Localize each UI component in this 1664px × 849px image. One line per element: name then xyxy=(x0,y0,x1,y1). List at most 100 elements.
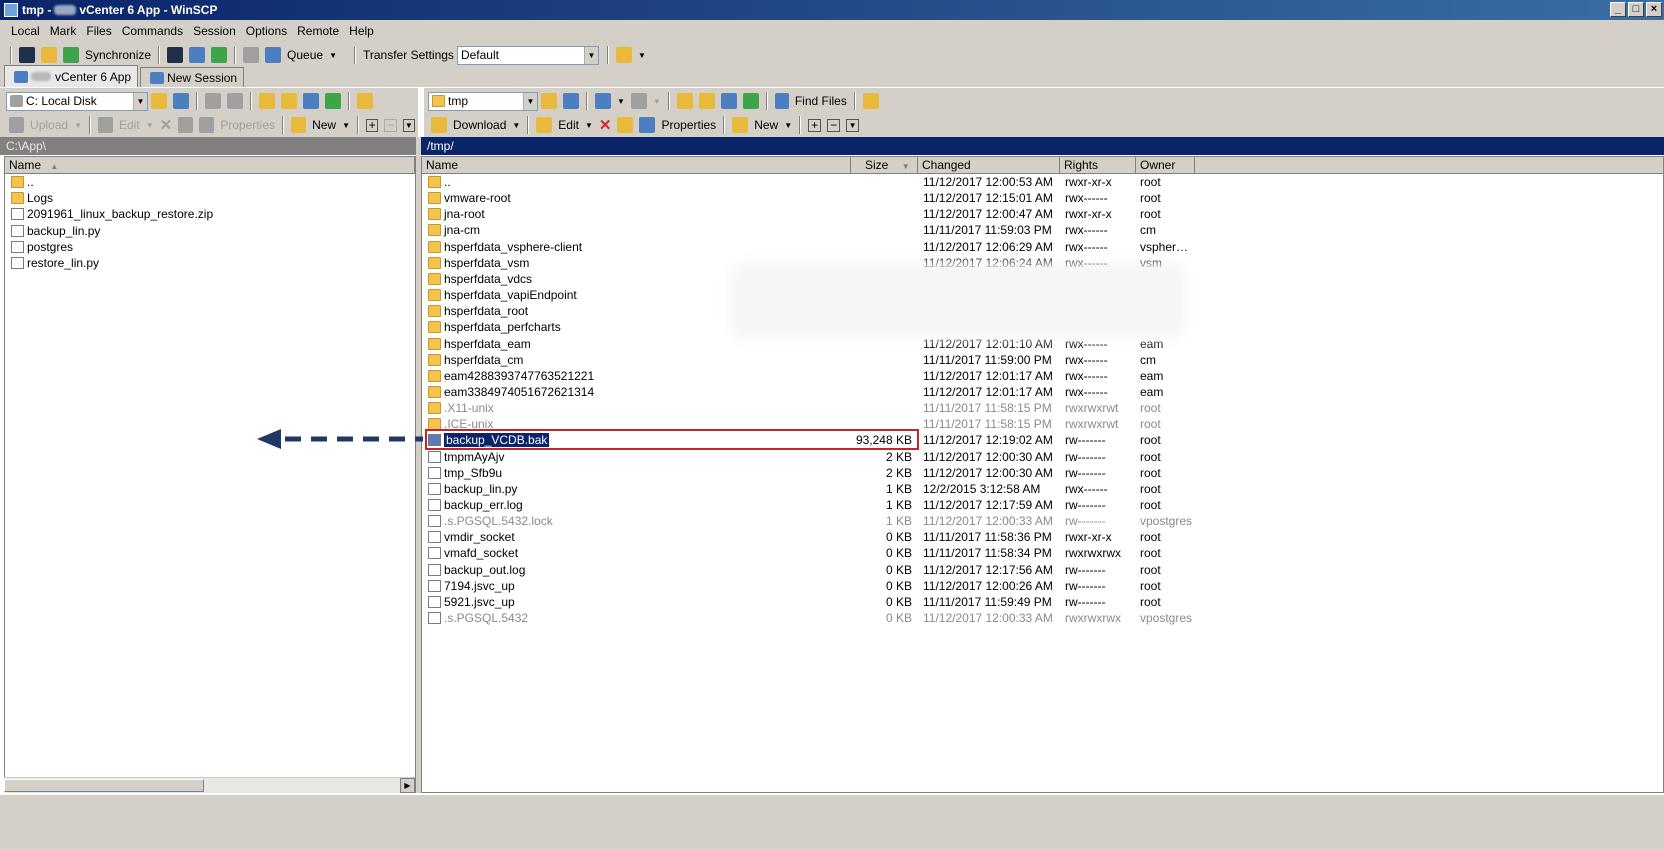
upload-icon[interactable] xyxy=(9,117,25,133)
minimize-button[interactable]: _ xyxy=(1610,2,1626,17)
table-row[interactable]: tmp_Sfb9u 2 KB 11/12/2017 12:00:30 AM rw---… xyxy=(422,465,1663,482)
table-row[interactable]: vmafd_socket 0 KB 11/11/2017 11:58:34 PM rw… xyxy=(422,545,1663,562)
list-item[interactable]: backup_lin.py xyxy=(5,223,415,240)
chevron-down-icon[interactable]: ▼ xyxy=(653,97,661,106)
menu-files[interactable]: Files xyxy=(81,24,116,38)
synchronize-button[interactable]: Synchronize xyxy=(85,48,151,62)
root-directory-icon[interactable] xyxy=(281,93,297,109)
close-button[interactable]: × xyxy=(1646,2,1662,17)
local-column-name[interactable]: Name ▲ xyxy=(5,157,415,174)
remote-edit-button[interactable]: Edit xyxy=(558,118,579,132)
remote-column-name[interactable]: Name xyxy=(422,157,851,174)
local-drive-select[interactable]: C: Local Disk ▼ xyxy=(6,91,148,111)
menu-mark[interactable]: Mark xyxy=(45,24,82,38)
table-row[interactable]: tmpmAyAjv 2 KB 11/12/2017 12:00:30 AM rw---… xyxy=(422,449,1663,466)
back-icon[interactable] xyxy=(205,93,221,109)
menu-local[interactable]: Local xyxy=(6,24,45,38)
new-folder-icon[interactable] xyxy=(291,117,307,133)
chevron-down-icon[interactable]: ▼ xyxy=(784,121,792,130)
synchronize-icon[interactable] xyxy=(63,47,79,63)
menu-remote[interactable]: Remote xyxy=(292,24,344,38)
chevron-down-icon[interactable]: ▼ xyxy=(133,92,147,110)
transfer-preset-icon[interactable] xyxy=(615,47,632,63)
compare-directories-icon[interactable] xyxy=(19,47,35,63)
back-icon[interactable] xyxy=(595,93,611,109)
filter-icon[interactable] xyxy=(173,93,189,109)
filter-icon[interactable] xyxy=(563,93,579,109)
chevron-down-icon[interactable]: ▼ xyxy=(329,51,337,60)
table-row[interactable]: vmdir_socket 0 KB 11/11/2017 11:58:36 PM rw… xyxy=(422,529,1663,546)
list-item[interactable]: postgres xyxy=(5,239,415,256)
rename-icon[interactable] xyxy=(178,117,194,133)
table-row[interactable]: .s.PGSQL.5432 0 KB 11/12/2017 12:00:33 AM r… xyxy=(422,610,1663,627)
find-files-button[interactable]: Find Files xyxy=(795,94,847,108)
list-item[interactable]: Logs xyxy=(5,190,415,207)
home-icon[interactable] xyxy=(303,93,319,109)
open-directory-icon[interactable] xyxy=(151,93,167,109)
forward-icon[interactable] xyxy=(630,93,647,109)
local-horizontal-scrollbar[interactable]: ▶ xyxy=(4,777,415,793)
tab-session-vcenter[interactable]: vCenter 6 App xyxy=(4,65,139,87)
rename-icon[interactable] xyxy=(617,117,634,133)
table-row[interactable]: .. 11/12/2017 12:00:53 AM rwxr-xr-x root xyxy=(422,174,1663,191)
menu-help[interactable]: Help xyxy=(344,24,379,38)
table-row[interactable]: jna-cm 11/11/2017 11:59:03 PM rwx------ cm xyxy=(422,222,1663,239)
chevron-down-icon[interactable]: ▼ xyxy=(617,97,625,106)
chevron-down-icon[interactable]: ▼ xyxy=(342,121,350,130)
chevron-down-icon[interactable]: ▼ xyxy=(74,121,82,130)
select-files-icon[interactable]: + xyxy=(808,118,822,132)
edit-icon[interactable] xyxy=(98,117,114,133)
table-row[interactable]: vmware-root 11/12/2017 12:15:01 AM rwx----… xyxy=(422,190,1663,207)
table-row[interactable]: backup_out.log 0 KB 11/12/2017 12:17:56 AM… xyxy=(422,562,1663,579)
queue-icon[interactable] xyxy=(265,47,282,63)
select-all-icon[interactable]: ▼ xyxy=(846,118,860,132)
chevron-down-icon[interactable]: ▼ xyxy=(638,51,646,60)
download-button[interactable]: Download xyxy=(453,118,506,132)
table-row[interactable]: 7194.jsvc_up 0 KB 11/12/2017 12:00:26 AM rw… xyxy=(422,578,1663,595)
table-row[interactable]: eam3384974051672621314 11/12/2017 12:01:1… xyxy=(422,384,1663,401)
menu-options[interactable]: Options xyxy=(241,24,292,38)
remote-file-panel[interactable]: Name Size ▼ Changed Rights Owner .. 11/12… xyxy=(421,156,1664,793)
open-directory-icon[interactable] xyxy=(541,93,557,109)
scroll-right-icon[interactable]: ▶ xyxy=(400,778,415,793)
remote-column-size[interactable]: Size ▼ xyxy=(851,157,918,174)
menu-commands[interactable]: Commands xyxy=(117,24,188,38)
home-icon[interactable] xyxy=(720,93,737,109)
session-icon[interactable] xyxy=(211,47,228,63)
forward-icon[interactable] xyxy=(227,93,243,109)
find-files-icon[interactable] xyxy=(774,93,789,109)
properties-icon[interactable] xyxy=(199,117,215,133)
chevron-down-icon[interactable]: ▼ xyxy=(583,46,598,64)
unselect-files-icon[interactable]: − xyxy=(827,118,841,132)
delete-icon[interactable]: ✕ xyxy=(599,116,612,134)
tree-icon[interactable] xyxy=(357,93,373,109)
list-item[interactable]: .. xyxy=(5,174,415,191)
unselect-files-icon[interactable]: − xyxy=(384,118,397,132)
transfer-settings-select[interactable]: Default ▼ xyxy=(456,45,599,65)
remote-properties-button[interactable]: Properties xyxy=(661,118,716,132)
properties-icon[interactable] xyxy=(639,117,656,133)
keep-remote-up-to-date-icon[interactable] xyxy=(41,47,57,63)
preferences-gear-icon[interactable] xyxy=(243,47,260,63)
parent-directory-icon[interactable] xyxy=(259,93,275,109)
table-row[interactable]: .s.PGSQL.5432.lock 1 KB 11/12/2017 12:00:3… xyxy=(422,513,1663,530)
local-properties-button[interactable]: Properties xyxy=(220,118,275,132)
chevron-down-icon[interactable]: ▼ xyxy=(523,92,537,110)
chevron-down-icon[interactable]: ▼ xyxy=(512,121,520,130)
maximize-button[interactable]: □ xyxy=(1628,2,1644,17)
local-file-panel[interactable]: Name ▲ .. Logs 2091961_linux_backup_restor… xyxy=(4,156,416,793)
delete-icon[interactable]: ✕ xyxy=(160,116,173,134)
local-edit-button[interactable]: Edit xyxy=(119,118,140,132)
list-item[interactable]: 2091961_linux_backup_restore.zip xyxy=(5,206,415,223)
remote-column-changed[interactable]: Changed xyxy=(918,157,1060,174)
root-directory-icon[interactable] xyxy=(698,93,715,109)
putty-icon[interactable] xyxy=(189,47,206,63)
table-row[interactable]: jna-root 11/12/2017 12:00:47 AM rwxr-xr-x r… xyxy=(422,206,1663,223)
scrollbar-thumb[interactable] xyxy=(4,779,204,792)
list-item[interactable]: restore_lin.py xyxy=(5,255,415,272)
parent-directory-icon[interactable] xyxy=(676,93,693,109)
upload-button[interactable]: Upload xyxy=(30,118,68,132)
edit-icon[interactable] xyxy=(536,117,553,133)
select-files-icon[interactable]: + xyxy=(366,118,379,132)
remote-new-button[interactable]: New xyxy=(754,118,778,132)
